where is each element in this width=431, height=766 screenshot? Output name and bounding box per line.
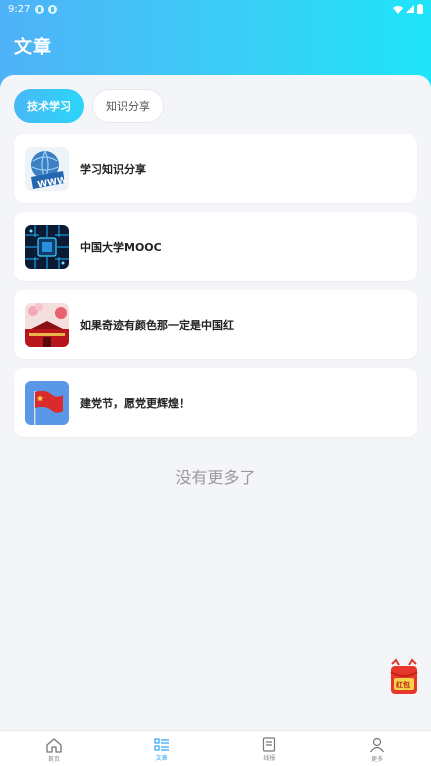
article-title: 学习知识分享 xyxy=(80,162,146,176)
list-icon xyxy=(154,737,169,751)
red-packet-button[interactable]: 红包 xyxy=(388,658,420,696)
article-title: 中国大学MOOC xyxy=(80,240,162,254)
tab-knowledge-sharing[interactable]: 知识分享 xyxy=(92,89,164,123)
wifi-icon xyxy=(393,5,403,14)
article-card[interactable]: 如果奇迹有颜色那一定是中国红 xyxy=(14,290,417,359)
bottom-navigation: 首页 文章 线报 更多 xyxy=(0,730,431,766)
article-card[interactable]: 中国大学MOOC xyxy=(14,212,417,281)
tab-tech-learning[interactable]: 技术学习 xyxy=(14,89,84,123)
nav-articles[interactable]: 文章 xyxy=(108,731,216,766)
nav-home[interactable]: 首页 xyxy=(0,731,108,766)
nav-reports[interactable]: 线报 xyxy=(216,731,324,766)
document-icon xyxy=(263,737,276,752)
notification-icon xyxy=(48,4,58,14)
nav-more[interactable]: 更多 xyxy=(323,731,431,766)
nav-label: 首页 xyxy=(47,755,60,763)
page-title: 文章 xyxy=(14,37,52,58)
home-icon xyxy=(46,737,62,753)
red-packet-icon xyxy=(390,658,418,694)
tab-label: 知识分享 xyxy=(106,100,150,113)
flag-image xyxy=(25,380,69,425)
nav-label: 更多 xyxy=(371,755,384,763)
www-globe-image: WWW xyxy=(25,146,69,191)
tiananmen-image xyxy=(25,302,69,347)
user-icon xyxy=(370,737,385,752)
tab-label: 技术学习 xyxy=(27,100,71,113)
article-card[interactable]: WWW 学习知识分享 xyxy=(14,134,417,203)
notification-icon xyxy=(35,4,45,14)
red-packet-label: 红包 xyxy=(396,681,410,689)
article-card[interactable]: 建党节，愿党更辉煌！ xyxy=(14,368,417,437)
article-title: 如果奇迹有颜色那一定是中国红 xyxy=(80,318,234,332)
status-bar: 9:27 xyxy=(0,0,431,18)
no-more-text: 没有更多了 xyxy=(175,468,256,487)
circuit-chip-image xyxy=(25,224,69,269)
article-title: 建党节，愿党更辉煌！ xyxy=(80,396,190,410)
battery-icon xyxy=(417,4,423,14)
category-tabs: 技术学习 知识分享 xyxy=(14,89,164,123)
status-time: 9:27 xyxy=(8,3,31,15)
nav-label: 线报 xyxy=(263,755,276,762)
nav-label: 文章 xyxy=(155,754,168,762)
signal-icon xyxy=(406,5,414,13)
